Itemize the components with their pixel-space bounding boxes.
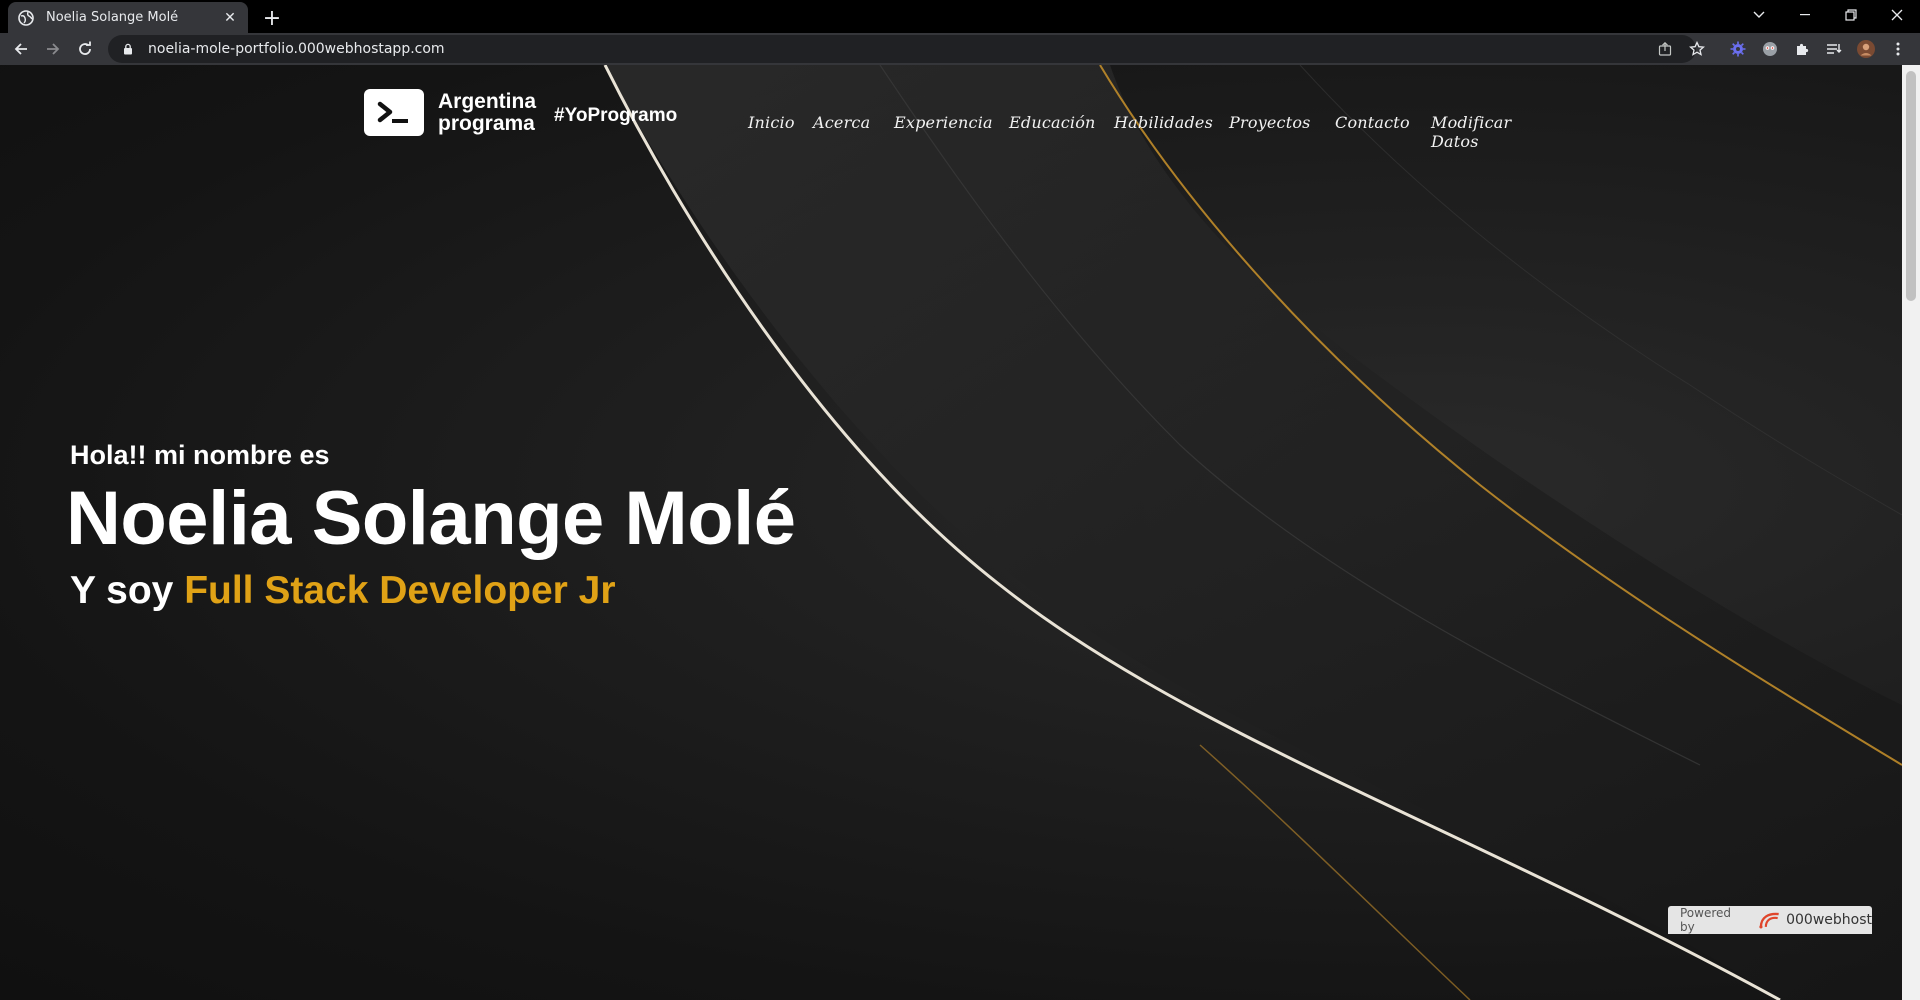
logo-text: Argentina programa [438, 89, 537, 135]
browser-titlebar: Noelia Solange Molé ✕ + [0, 0, 1920, 33]
reload-icon[interactable] [72, 36, 98, 62]
scrollbar-thumb[interactable] [1906, 71, 1916, 301]
hero-role-prefix: Y soy [70, 569, 185, 612]
site-brand[interactable]: Argentina programa #YoProgramo [364, 89, 677, 136]
hero-role: Y soy Full Stack Developer Jr [70, 569, 616, 613]
tab-search-icon[interactable] [1736, 0, 1782, 30]
nav-item-proyectos[interactable]: Proyectos [1229, 113, 1335, 151]
page-viewport: Argentina programa #YoProgramo Inicio Ac… [0, 65, 1902, 1000]
lock-icon[interactable] [122, 43, 134, 55]
close-window-icon[interactable] [1874, 0, 1920, 30]
nav-item-modificar-datos[interactable]: Modificar Datos [1431, 113, 1561, 151]
globe-icon [18, 9, 34, 26]
powered-by-badge[interactable]: Powered by 000webhost [1668, 906, 1872, 934]
nav-item-inicio[interactable]: Inicio [748, 113, 813, 151]
powered-by-brand: 000webhost [1786, 912, 1872, 928]
close-tab-icon[interactable]: ✕ [222, 10, 238, 26]
hero-name: Noelia Solange Molé [66, 476, 796, 561]
browser-toolbar: noelia-mole-portfolio.000webhostapp.com [0, 33, 1920, 65]
nav-item-experiencia[interactable]: Experiencia [894, 113, 1009, 151]
address-bar[interactable]: noelia-mole-portfolio.000webhostapp.com [108, 35, 1696, 63]
back-icon[interactable] [8, 36, 34, 62]
nav-item-contacto[interactable]: Contacto [1335, 113, 1431, 151]
hashtag-text: #YoProgramo [554, 104, 678, 126]
extension-gear-icon[interactable] [1728, 39, 1748, 59]
url-text: noelia-mole-portfolio.000webhostapp.com [148, 41, 445, 57]
tab-title: Noelia Solange Molé [46, 10, 179, 25]
profile-avatar-icon[interactable] [1856, 39, 1876, 59]
000webhost-logo-icon [1758, 912, 1779, 929]
minimize-icon[interactable] [1782, 0, 1828, 30]
terminal-logo-icon [364, 89, 424, 136]
logo-line-1: Argentina [438, 89, 537, 113]
main-nav: Inicio Acerca Experiencia Educación Habi… [748, 113, 1561, 151]
nav-item-acerca[interactable]: Acerca [813, 113, 894, 151]
reading-list-icon[interactable] [1824, 39, 1844, 59]
browser-menu-icon[interactable] [1888, 39, 1908, 59]
nav-item-habilidades[interactable]: Habilidades [1114, 113, 1229, 151]
extensions-puzzle-icon[interactable] [1792, 39, 1812, 59]
forward-icon[interactable] [40, 36, 66, 62]
hero-intro: Hola!! mi nombre es [70, 440, 330, 470]
share-icon[interactable] [1655, 39, 1675, 59]
bookmark-star-icon[interactable] [1687, 39, 1707, 59]
nav-item-educacion[interactable]: Educación [1009, 113, 1114, 151]
logo-line-2: programa [438, 111, 535, 135]
powered-by-label: Powered by [1680, 906, 1732, 934]
restore-icon[interactable] [1828, 0, 1874, 30]
extension-face-icon[interactable] [1760, 39, 1780, 59]
hero-role-highlight: Full Stack Developer Jr [184, 569, 616, 612]
browser-tab[interactable]: Noelia Solange Molé ✕ [8, 2, 248, 33]
new-tab-button[interactable]: + [258, 4, 286, 32]
page-scrollbar[interactable] [1902, 65, 1920, 1000]
